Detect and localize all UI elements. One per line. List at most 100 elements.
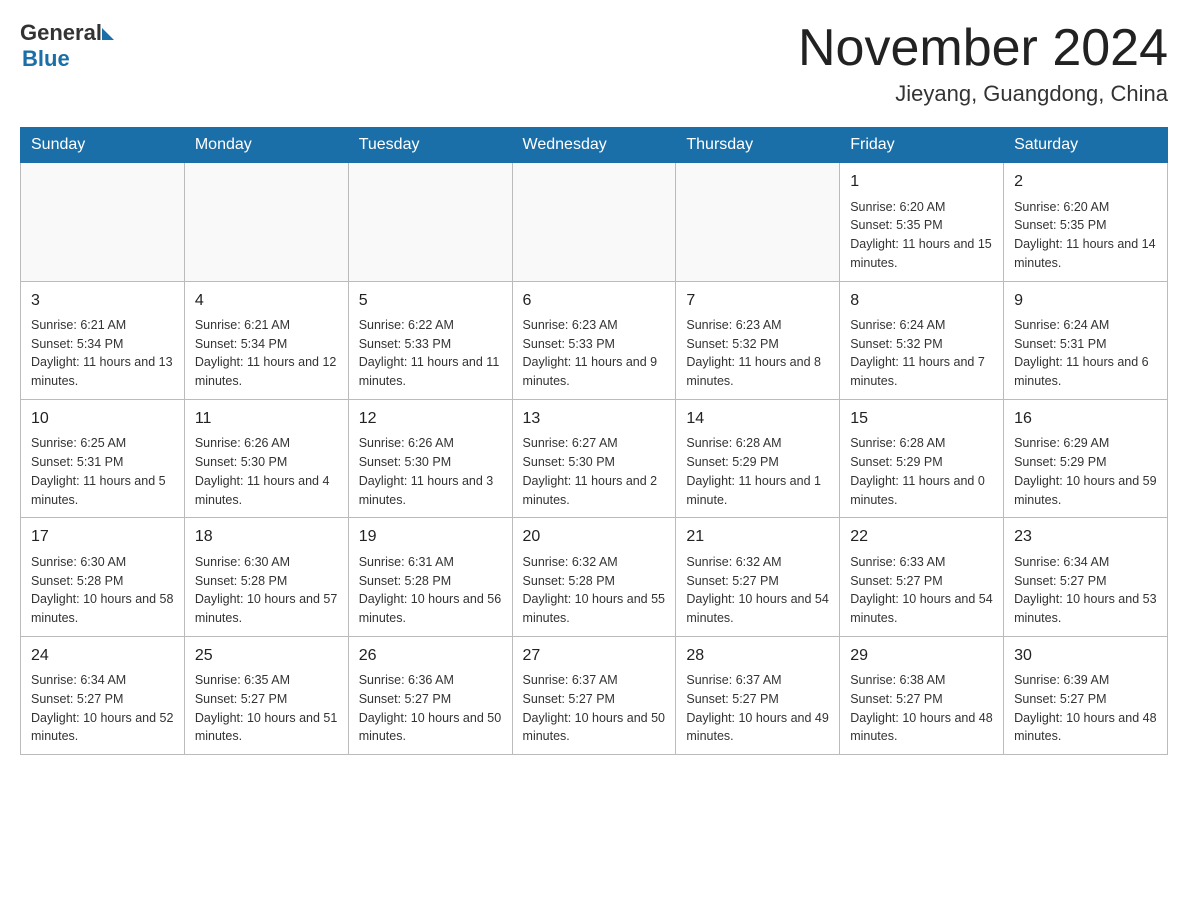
day-info: Sunrise: 6:39 AM Sunset: 5:27 PM Dayligh…	[1014, 671, 1157, 746]
day-number: 16	[1014, 408, 1157, 430]
day-number: 22	[850, 526, 993, 548]
day-number: 6	[523, 290, 666, 312]
calendar-cell: 10 Sunrise: 6:25 AM Sunset: 5:31 PM Dayli…	[21, 399, 185, 517]
day-number: 15	[850, 408, 993, 430]
day-info: Sunrise: 6:23 AM Sunset: 5:33 PM Dayligh…	[523, 316, 666, 391]
logo: General Blue	[20, 20, 114, 72]
day-number: 19	[359, 526, 502, 548]
calendar-cell: 7Sunrise: 6:23 AM Sunset: 5:32 PM Daylig…	[676, 281, 840, 399]
calendar-week-1: 1Sunrise: 6:20 AM Sunset: 5:35 PM Daylig…	[21, 163, 1168, 281]
day-number: 11	[195, 408, 338, 430]
weekday-header-tuesday: Tuesday	[348, 128, 512, 163]
day-info: Sunrise: 6:37 AM Sunset: 5:27 PM Dayligh…	[686, 671, 829, 746]
logo-blue-text: Blue	[22, 46, 114, 72]
day-info: Sunrise: 6:24 AM Sunset: 5:32 PM Dayligh…	[850, 316, 993, 391]
calendar-cell: 3 Sunrise: 6:21 AM Sunset: 5:34 PM Daylig…	[21, 281, 185, 399]
weekday-header-row: SundayMondayTuesdayWednesdayThursdayFrid…	[21, 128, 1168, 163]
day-info: Sunrise: 6:20 AM Sunset: 5:35 PM Dayligh…	[850, 198, 993, 273]
day-number: 25	[195, 645, 338, 667]
calendar-cell: 19Sunrise: 6:31 AM Sunset: 5:28 PM Dayli…	[348, 518, 512, 636]
calendar-cell: 1Sunrise: 6:20 AM Sunset: 5:35 PM Daylig…	[840, 163, 1004, 281]
day-number: 28	[686, 645, 829, 667]
calendar-body: 1Sunrise: 6:20 AM Sunset: 5:35 PM Daylig…	[21, 163, 1168, 755]
calendar-week-2: 3 Sunrise: 6:21 AM Sunset: 5:34 PM Daylig…	[21, 281, 1168, 399]
calendar-cell: 29Sunrise: 6:38 AM Sunset: 5:27 PM Dayli…	[840, 636, 1004, 754]
day-info: Sunrise: 6:21 AM Sunset: 5:34 PM Dayligh…	[31, 316, 174, 391]
calendar-cell: 30 Sunrise: 6:39 AM Sunset: 5:27 PM Dayli…	[1004, 636, 1168, 754]
calendar-cell	[512, 163, 676, 281]
day-info: Sunrise: 6:30 AM Sunset: 5:28 PM Dayligh…	[31, 553, 174, 628]
logo-arrow-icon	[102, 28, 114, 40]
weekday-header-thursday: Thursday	[676, 128, 840, 163]
weekday-header-saturday: Saturday	[1004, 128, 1168, 163]
month-year-title: November 2024	[798, 20, 1168, 77]
day-info: Sunrise: 6:28 AM Sunset: 5:29 PM Dayligh…	[686, 434, 829, 509]
weekday-header-wednesday: Wednesday	[512, 128, 676, 163]
calendar-week-5: 24 Sunrise: 6:34 AM Sunset: 5:27 PM Dayli…	[21, 636, 1168, 754]
calendar-cell: 21 Sunrise: 6:32 AM Sunset: 5:27 PM Dayli…	[676, 518, 840, 636]
calendar-cell: 11 Sunrise: 6:26 AM Sunset: 5:30 PM Dayli…	[184, 399, 348, 517]
day-info: Sunrise: 6:36 AM Sunset: 5:27 PM Dayligh…	[359, 671, 502, 746]
calendar-cell: 8 Sunrise: 6:24 AM Sunset: 5:32 PM Daylig…	[840, 281, 1004, 399]
day-number: 30	[1014, 645, 1157, 667]
calendar-cell: 16 Sunrise: 6:29 AM Sunset: 5:29 PM Dayli…	[1004, 399, 1168, 517]
day-info: Sunrise: 6:29 AM Sunset: 5:29 PM Dayligh…	[1014, 434, 1157, 509]
day-info: Sunrise: 6:25 AM Sunset: 5:31 PM Dayligh…	[31, 434, 174, 509]
day-info: Sunrise: 6:37 AM Sunset: 5:27 PM Dayligh…	[523, 671, 666, 746]
day-number: 4	[195, 290, 338, 312]
calendar-cell: 24 Sunrise: 6:34 AM Sunset: 5:27 PM Dayli…	[21, 636, 185, 754]
day-info: Sunrise: 6:26 AM Sunset: 5:30 PM Dayligh…	[195, 434, 338, 509]
calendar-cell: 6 Sunrise: 6:23 AM Sunset: 5:33 PM Daylig…	[512, 281, 676, 399]
page-header: General Blue November 2024 Jieyang, Guan…	[20, 20, 1168, 107]
day-number: 10	[31, 408, 174, 430]
day-info: Sunrise: 6:34 AM Sunset: 5:27 PM Dayligh…	[31, 671, 174, 746]
day-number: 21	[686, 526, 829, 548]
day-info: Sunrise: 6:24 AM Sunset: 5:31 PM Dayligh…	[1014, 316, 1157, 391]
weekday-header-sunday: Sunday	[21, 128, 185, 163]
calendar-title-section: November 2024 Jieyang, Guangdong, China	[798, 20, 1168, 107]
day-info: Sunrise: 6:32 AM Sunset: 5:27 PM Dayligh…	[686, 553, 829, 628]
calendar-cell: 17Sunrise: 6:30 AM Sunset: 5:28 PM Dayli…	[21, 518, 185, 636]
calendar-cell: 18Sunrise: 6:30 AM Sunset: 5:28 PM Dayli…	[184, 518, 348, 636]
day-number: 26	[359, 645, 502, 667]
location-subtitle: Jieyang, Guangdong, China	[798, 81, 1168, 107]
calendar-cell	[21, 163, 185, 281]
day-info: Sunrise: 6:28 AM Sunset: 5:29 PM Dayligh…	[850, 434, 993, 509]
day-info: Sunrise: 6:26 AM Sunset: 5:30 PM Dayligh…	[359, 434, 502, 509]
day-number: 13	[523, 408, 666, 430]
day-number: 20	[523, 526, 666, 548]
day-number: 8	[850, 290, 993, 312]
weekday-header-friday: Friday	[840, 128, 1004, 163]
day-info: Sunrise: 6:33 AM Sunset: 5:27 PM Dayligh…	[850, 553, 993, 628]
calendar-cell: 20 Sunrise: 6:32 AM Sunset: 5:28 PM Dayli…	[512, 518, 676, 636]
day-info: Sunrise: 6:35 AM Sunset: 5:27 PM Dayligh…	[195, 671, 338, 746]
calendar-cell	[184, 163, 348, 281]
calendar-cell: 2Sunrise: 6:20 AM Sunset: 5:35 PM Daylig…	[1004, 163, 1168, 281]
day-number: 14	[686, 408, 829, 430]
calendar-cell: 5Sunrise: 6:22 AM Sunset: 5:33 PM Daylig…	[348, 281, 512, 399]
calendar-cell: 14 Sunrise: 6:28 AM Sunset: 5:29 PM Dayli…	[676, 399, 840, 517]
day-info: Sunrise: 6:21 AM Sunset: 5:34 PM Dayligh…	[195, 316, 338, 391]
day-number: 5	[359, 290, 502, 312]
calendar-cell: 4 Sunrise: 6:21 AM Sunset: 5:34 PM Daylig…	[184, 281, 348, 399]
day-info: Sunrise: 6:34 AM Sunset: 5:27 PM Dayligh…	[1014, 553, 1157, 628]
day-number: 9	[1014, 290, 1157, 312]
calendar-cell: 23 Sunrise: 6:34 AM Sunset: 5:27 PM Dayli…	[1004, 518, 1168, 636]
day-number: 18	[195, 526, 338, 548]
calendar-cell	[348, 163, 512, 281]
day-number: 24	[31, 645, 174, 667]
calendar-table: SundayMondayTuesdayWednesdayThursdayFrid…	[20, 127, 1168, 755]
calendar-cell: 15 Sunrise: 6:28 AM Sunset: 5:29 PM Dayli…	[840, 399, 1004, 517]
calendar-week-3: 10 Sunrise: 6:25 AM Sunset: 5:31 PM Dayli…	[21, 399, 1168, 517]
calendar-cell: 26 Sunrise: 6:36 AM Sunset: 5:27 PM Dayli…	[348, 636, 512, 754]
day-number: 23	[1014, 526, 1157, 548]
day-info: Sunrise: 6:32 AM Sunset: 5:28 PM Dayligh…	[523, 553, 666, 628]
day-number: 12	[359, 408, 502, 430]
calendar-header: SundayMondayTuesdayWednesdayThursdayFrid…	[21, 128, 1168, 163]
day-number: 3	[31, 290, 174, 312]
day-number: 29	[850, 645, 993, 667]
calendar-cell: 12 Sunrise: 6:26 AM Sunset: 5:30 PM Dayli…	[348, 399, 512, 517]
day-number: 2	[1014, 171, 1157, 193]
calendar-cell	[676, 163, 840, 281]
weekday-header-monday: Monday	[184, 128, 348, 163]
